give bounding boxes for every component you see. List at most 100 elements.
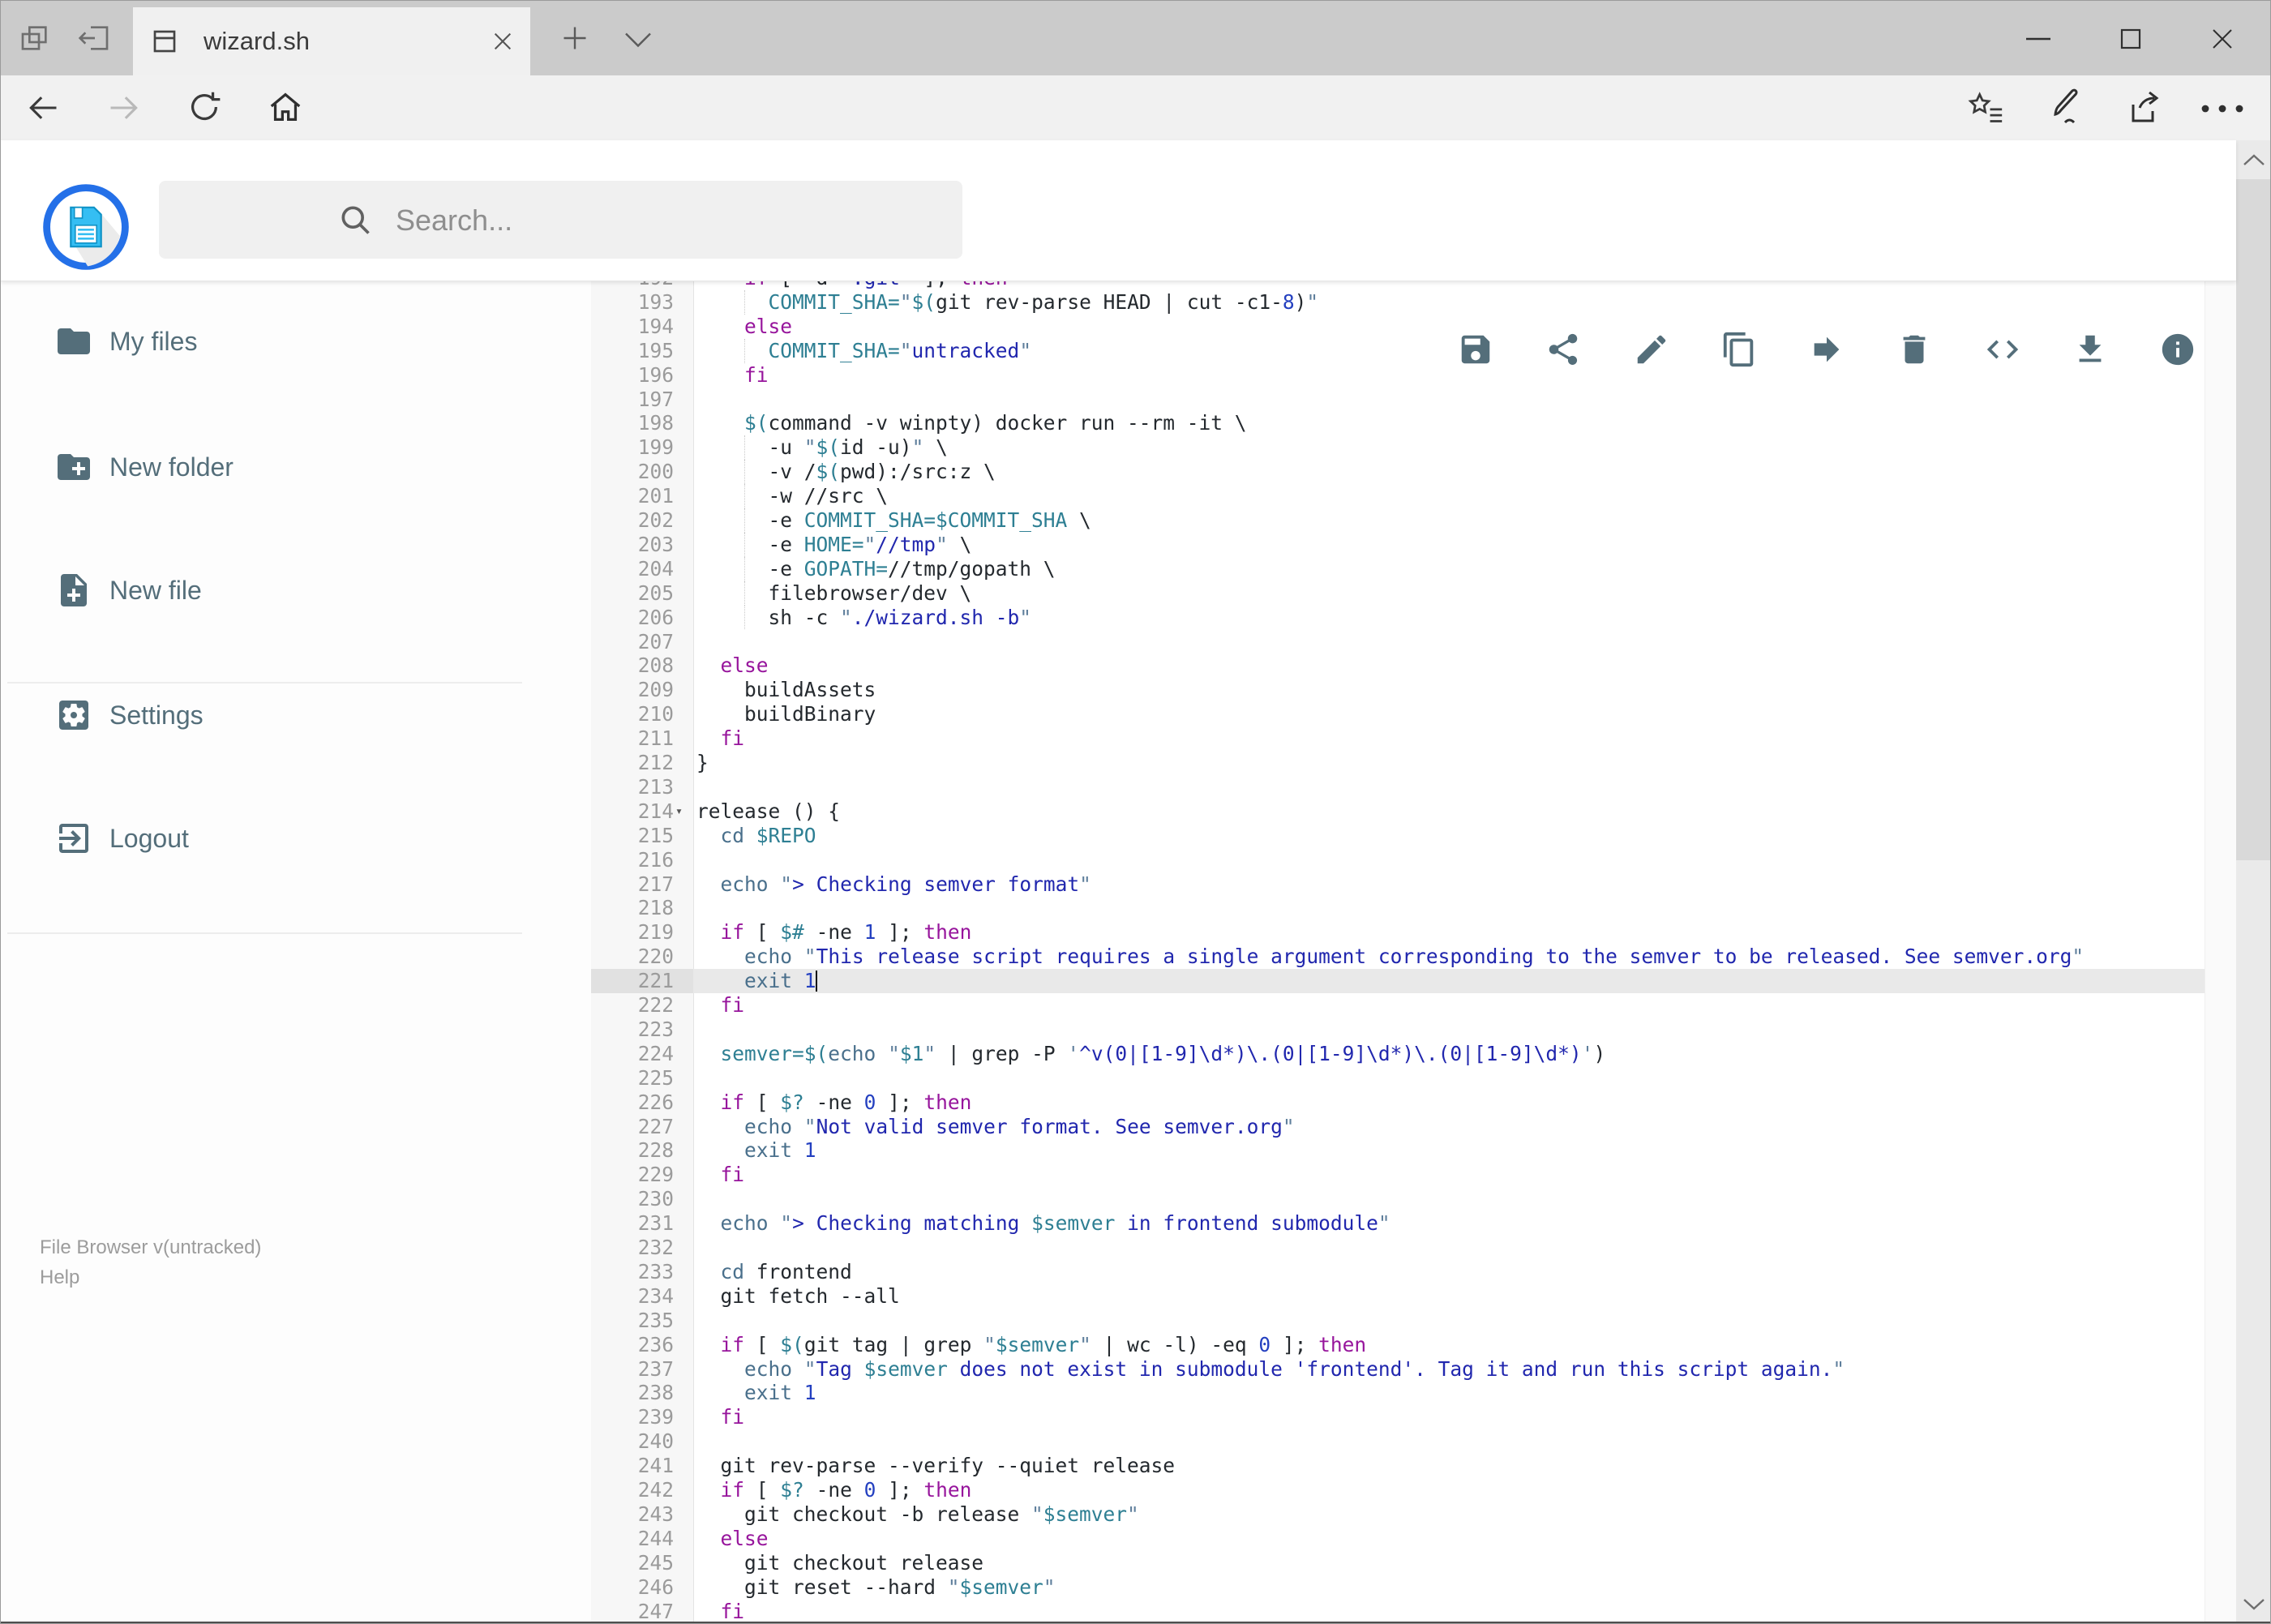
browser-tab[interactable]: wizard.sh bbox=[133, 7, 530, 75]
help-link[interactable]: Help bbox=[40, 1266, 79, 1289]
edit-button[interactable] bbox=[1627, 325, 1676, 374]
page-scrollbar[interactable] bbox=[2236, 140, 2270, 1623]
share-icon[interactable] bbox=[2127, 88, 2166, 127]
sidebar-item-settings[interactable]: Settings bbox=[1, 675, 568, 756]
code-line-209[interactable]: 209 buildAssets bbox=[591, 678, 2205, 702]
code-line-194[interactable]: 194 else bbox=[591, 315, 2205, 339]
code-line-228[interactable]: 228 exit 1 bbox=[591, 1138, 2205, 1163]
code-line-213[interactable]: 213 bbox=[591, 775, 2205, 799]
share-button[interactable] bbox=[1539, 325, 1588, 374]
fold-arrow-icon[interactable] bbox=[675, 799, 683, 824]
code-line-241[interactable]: 241 git rev-parse --verify --quiet relea… bbox=[591, 1454, 2205, 1478]
code-line-207[interactable]: 207 bbox=[591, 630, 2205, 654]
code-line-222[interactable]: 222 fi bbox=[591, 993, 2205, 1018]
code-line-239[interactable]: 239 fi bbox=[591, 1405, 2205, 1429]
code-line-208[interactable]: 208 else bbox=[591, 653, 2205, 678]
line-number: 220 bbox=[637, 945, 674, 969]
tab-list-chevron-icon[interactable] bbox=[623, 30, 653, 49]
editor-scroll-strip[interactable] bbox=[2205, 281, 2237, 1623]
code-line-224[interactable]: 224 semver=$(echo "$1" | grep -P '^v(0|[… bbox=[591, 1042, 2205, 1066]
code-line-200[interactable]: 200 -v /$(pwd):/src:z \ bbox=[591, 460, 2205, 485]
sidebar-item-new-folder[interactable]: New folder bbox=[1, 426, 568, 508]
code-line-234[interactable]: 234 git fetch --all bbox=[591, 1284, 2205, 1309]
code-line-233[interactable]: 233 cd frontend bbox=[591, 1260, 2205, 1284]
code-line-204[interactable]: 204 -e GOPATH=//tmp/gopath \ bbox=[591, 556, 2205, 581]
move-button[interactable] bbox=[1802, 325, 1851, 374]
tab-preview-icon[interactable] bbox=[19, 22, 51, 54]
close-tab-icon[interactable] bbox=[491, 30, 514, 53]
copy-button[interactable] bbox=[1715, 325, 1763, 374]
close-window-button[interactable] bbox=[2211, 28, 2234, 50]
code-line-193[interactable]: 193 COMMIT_SHA="$(git rev-parse HEAD | c… bbox=[591, 289, 2205, 315]
code-line-192[interactable]: 192 if [ -d ".git" ]; then bbox=[591, 281, 2205, 290]
code-line-247[interactable]: 247 fi bbox=[591, 1600, 2205, 1624]
code-line-240[interactable]: 240 bbox=[591, 1429, 2205, 1454]
set-tabs-aside-icon[interactable] bbox=[77, 22, 113, 54]
code-line-235[interactable]: 235 bbox=[591, 1309, 2205, 1333]
code-line-219[interactable]: 219 if [ $# -ne 1 ]; then bbox=[591, 920, 2205, 945]
code-line-238[interactable]: 238 exit 1 bbox=[591, 1381, 2205, 1405]
code-line-197[interactable]: 197 bbox=[591, 388, 2205, 412]
code-token: :/src:z \ bbox=[888, 460, 996, 484]
new-tab-button[interactable] bbox=[560, 24, 589, 53]
more-options-button[interactable] bbox=[2200, 105, 2245, 113]
maximize-button[interactable] bbox=[2120, 28, 2141, 49]
scrollbar-thumb[interactable] bbox=[2236, 179, 2270, 860]
code-line-231[interactable]: 231 echo "> Checking matching $semver in… bbox=[591, 1211, 2205, 1236]
scroll-up-icon[interactable] bbox=[2243, 153, 2265, 166]
code-line-206[interactable]: 206 sh -c "./wizard.sh -b" bbox=[591, 605, 2205, 630]
code-line-227[interactable]: 227 echo "Not valid semver format. See s… bbox=[591, 1115, 2205, 1139]
code-line-216[interactable]: 216 bbox=[591, 848, 2205, 872]
code-line-223[interactable]: 223 bbox=[591, 1018, 2205, 1042]
code-line-226[interactable]: 226 if [ $? -ne 0 ]; then bbox=[591, 1091, 2205, 1115]
code-line-211[interactable]: 211 fi bbox=[591, 726, 2205, 751]
code-token: then bbox=[1318, 1332, 1367, 1356]
code-editor[interactable]: 192 if [ -d ".git" ]; then193 COMMIT_SHA… bbox=[591, 281, 2205, 1624]
code-line-210[interactable]: 210 buildBinary bbox=[591, 702, 2205, 726]
code-line-244[interactable]: 244 else bbox=[591, 1527, 2205, 1551]
sidebar-item-my-files[interactable]: My files bbox=[1, 301, 568, 382]
code-line-220[interactable]: 220 echo "This release script requires a… bbox=[591, 945, 2205, 969]
sidebar-item-logout[interactable]: Logout bbox=[1, 798, 568, 879]
code-line-205[interactable]: 205 filebrowser/dev \ bbox=[591, 581, 2205, 606]
code-line-195[interactable]: 195 COMMIT_SHA="untracked" bbox=[591, 338, 2205, 363]
line-number: 230 bbox=[637, 1187, 674, 1211]
minimize-button[interactable] bbox=[2026, 37, 2050, 41]
sidebar-item-new-file[interactable]: New file bbox=[1, 550, 568, 631]
delete-button[interactable] bbox=[1890, 325, 1939, 374]
code-line-230[interactable]: 230 bbox=[591, 1187, 2205, 1211]
code-line-214[interactable]: 214 release () { bbox=[591, 799, 2205, 824]
back-button[interactable] bbox=[25, 90, 61, 126]
code-line-215[interactable]: 215 cd $REPO bbox=[591, 824, 2205, 848]
code-line-243[interactable]: 243 git checkout -b release "$semver" bbox=[591, 1502, 2205, 1527]
code-line-212[interactable]: 212} bbox=[591, 751, 2205, 775]
annotate-pen-icon[interactable] bbox=[2046, 88, 2085, 127]
forward-button[interactable] bbox=[106, 90, 142, 126]
code-line-232[interactable]: 232 bbox=[591, 1236, 2205, 1260]
code-line-199[interactable]: 199 -u "$(id -u)" \ bbox=[591, 435, 2205, 461]
code-line-237[interactable]: 237 echo "Tag $semver does not exist in … bbox=[591, 1357, 2205, 1382]
code-line-203[interactable]: 203 -e HOME="//tmp" \ bbox=[591, 532, 2205, 557]
code-line-201[interactable]: 201 -w //src \ bbox=[591, 484, 2205, 508]
code-line-217[interactable]: 217 echo "> Checking semver format" bbox=[591, 872, 2205, 897]
save-button[interactable] bbox=[1451, 325, 1500, 374]
scroll-down-icon[interactable] bbox=[2243, 1598, 2265, 1611]
code-line-218[interactable]: 218 bbox=[591, 896, 2205, 920]
info-button[interactable] bbox=[2153, 325, 2202, 374]
code-line-236[interactable]: 236 if [ $(git tag | grep "$semver" | wc… bbox=[591, 1333, 2205, 1357]
search-input[interactable] bbox=[394, 181, 924, 260]
refresh-button[interactable] bbox=[186, 88, 223, 126]
code-line-221[interactable]: 221 exit 1 bbox=[591, 969, 2205, 993]
code-button[interactable] bbox=[1978, 325, 2027, 374]
code-line-245[interactable]: 245 git checkout release bbox=[591, 1551, 2205, 1575]
code-line-202[interactable]: 202 -e COMMIT_SHA=$COMMIT_SHA \ bbox=[591, 508, 2205, 533]
home-button[interactable] bbox=[267, 88, 304, 126]
hub-favorites-icon[interactable] bbox=[1966, 90, 2005, 126]
code-line-242[interactable]: 242 if [ $? -ne 0 ]; then bbox=[591, 1478, 2205, 1502]
code-line-229[interactable]: 229 fi bbox=[591, 1163, 2205, 1187]
code-line-198[interactable]: 198 $(command -v winpty) docker run --rm… bbox=[591, 411, 2205, 435]
code-line-246[interactable]: 246 git reset --hard "$semver" bbox=[591, 1575, 2205, 1600]
download-button[interactable] bbox=[2066, 325, 2115, 374]
code-line-196[interactable]: 196 fi bbox=[591, 363, 2205, 388]
code-line-225[interactable]: 225 bbox=[591, 1066, 2205, 1091]
